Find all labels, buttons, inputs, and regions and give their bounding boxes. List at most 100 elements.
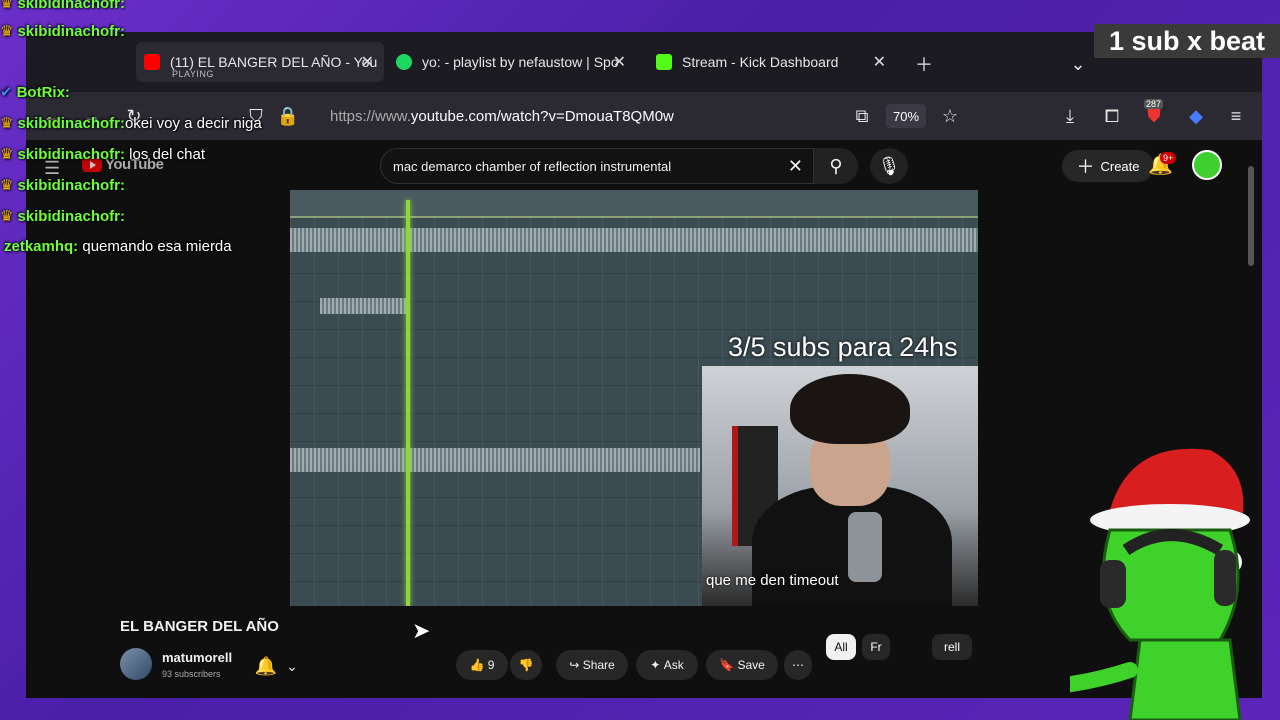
save-label: Save	[737, 658, 765, 672]
crown-icon: ♛	[0, 115, 14, 132]
chat-message: ✔ BotRix:	[0, 83, 70, 101]
chat-text: okei voy a decir niga	[124, 115, 262, 132]
spotify-favicon-icon	[396, 54, 412, 70]
picture-in-picture-icon[interactable]: ⧉	[850, 104, 874, 128]
channel-name[interactable]: matumorell	[162, 650, 232, 665]
mouse-cursor-icon: ➤	[412, 618, 431, 643]
crown-icon: ♛	[0, 23, 14, 40]
audio-waveform	[320, 298, 410, 314]
chat-message: ♛ skibidinachofr: los del chat	[0, 145, 205, 163]
clear-search-icon[interactable]: ✕	[788, 156, 803, 177]
bookmark-star-icon[interactable]: ☆	[938, 104, 962, 128]
chevron-down-icon[interactable]: ⌄	[280, 654, 304, 678]
chat-text: quemando esa mierda	[82, 238, 232, 255]
chat-message: ♛ skibidinachofr:	[0, 22, 125, 40]
sub-goal-banner: 1 sub x beat	[1094, 24, 1280, 58]
chat-username: skibidinachofr:	[17, 177, 125, 194]
download-icon[interactable]: ⤓	[1058, 104, 1082, 128]
create-label: Create	[1100, 158, 1140, 174]
chat-username: skibidinachofr:	[17, 0, 125, 12]
create-button[interactable]: ＋ Create	[1062, 150, 1154, 182]
new-tab-icon[interactable]: ＋	[912, 52, 936, 76]
dislike-button[interactable]: 👎	[510, 650, 542, 680]
url-main: youtube.com/watch?v=DmouaT8QM0w	[410, 107, 674, 125]
close-tab-icon[interactable]: ✕	[361, 52, 374, 72]
chat-username: BotRix:	[16, 84, 70, 101]
like-count: 9	[487, 658, 495, 672]
tab-playing-label: PLAYING	[172, 69, 214, 79]
tab-list-chevron-icon[interactable]: ⌄	[1066, 52, 1090, 76]
chat-message: zetkamhq: quemando esa mierda	[4, 238, 232, 255]
save-button[interactable]: 🔖 Save	[706, 650, 778, 680]
ask-label: Ask	[663, 658, 684, 672]
tab-kick[interactable]: Stream - Kick Dashboard ✕	[652, 42, 896, 82]
chip-all[interactable]: All	[826, 634, 856, 660]
zoom-level[interactable]: 70%	[886, 104, 926, 128]
more-actions-icon[interactable]: ⋯	[784, 650, 812, 680]
microphone-prop	[848, 512, 882, 582]
tab-label: Stream - Kick Dashboard	[682, 54, 839, 70]
streamer-hair	[790, 374, 910, 444]
lock-icon[interactable]: 🔒	[276, 104, 300, 128]
like-button[interactable]: 👍 9	[456, 650, 508, 680]
menu-icon[interactable]: ≡	[1224, 104, 1248, 128]
notification-count: 9+	[1160, 152, 1177, 164]
url-prefix: https://www.	[330, 107, 411, 125]
scrollbar-thumb[interactable]	[1248, 166, 1254, 266]
chip-channel[interactable]: rell	[932, 634, 972, 660]
subs-goal-overlay: 3/5 subs para 24hs	[728, 332, 958, 362]
chip-from[interactable]: Fr	[862, 634, 890, 660]
extensions-icon[interactable]: ⧠	[1100, 104, 1124, 128]
chat-username: skibidinachofr:	[17, 115, 125, 132]
close-tab-icon[interactable]: ✕	[873, 52, 886, 72]
chat-username: skibidinachofr:	[17, 146, 125, 163]
crown-icon: ♛	[0, 177, 14, 194]
microphone-icon[interactable]: 🎙	[870, 148, 908, 184]
crown-icon: ♛	[0, 208, 14, 225]
chat-username: zetkamhq:	[4, 238, 79, 255]
webcam-caption: que me den timeout	[706, 572, 839, 589]
search-query: mac demarco chamber of reflection instru…	[393, 158, 672, 174]
chat-username: skibidinachofr:	[17, 23, 125, 40]
green-mascot-icon	[1070, 448, 1250, 720]
crown-icon: ♛	[0, 0, 14, 12]
chat-message: ♛ skibidinachofr:	[0, 176, 125, 194]
extension-icon[interactable]: ◆	[1184, 104, 1208, 128]
daw-playhead	[406, 200, 410, 606]
audio-waveform	[290, 448, 700, 472]
webcam-feed	[702, 366, 978, 606]
audio-waveform	[290, 228, 978, 252]
share-label: Share	[582, 658, 615, 672]
thumbs-up-icon: 👍	[469, 658, 485, 672]
url-bar[interactable]: https://www. youtube.com/watch?v=DmouaT8Q…	[330, 100, 890, 132]
tab-spotify[interactable]: yo: - playlist by nefaustow | Spo ✕	[392, 42, 636, 82]
chat-text: los del chat	[129, 146, 206, 163]
share-button[interactable]: ↪ Share	[556, 650, 628, 680]
account-avatar[interactable]	[1192, 150, 1222, 180]
chat-message: ♛ skibidinachofr:	[0, 207, 125, 225]
chat-username: skibidinachofr:	[17, 208, 125, 225]
kick-favicon-icon	[656, 54, 672, 70]
chat-message: ♛ skibidinachofr:	[0, 0, 125, 12]
subscribe-bell-icon[interactable]: 🔔	[254, 654, 278, 678]
crown-icon: ♛	[0, 146, 14, 163]
tab-label: (11) EL BANGER DEL AÑO - You	[170, 54, 378, 70]
ask-button[interactable]: ✦ Ask	[636, 650, 698, 680]
close-tab-icon[interactable]: ✕	[613, 52, 626, 72]
chat-message: ♛ skibidinachofr:okei voy a decir niga	[0, 114, 262, 132]
channel-subscriber-count: 93 subscribers	[162, 669, 221, 679]
sparkle-icon: ✦	[650, 658, 661, 672]
plus-icon: ＋	[1076, 157, 1095, 177]
tab-youtube[interactable]: (11) EL BANGER DEL AÑO - You PLAYING ✕	[136, 42, 384, 82]
bot-icon: ✔	[0, 84, 13, 101]
search-icon[interactable]: ⚲	[814, 148, 858, 184]
thumbs-down-icon: 👎	[518, 658, 534, 672]
youtube-search-input[interactable]: mac demarco chamber of reflection instru…	[380, 148, 814, 184]
bookmark-icon: 🔖	[719, 658, 735, 672]
youtube-favicon-icon	[144, 54, 160, 70]
video-title: EL BANGER DEL AÑO	[120, 618, 279, 635]
channel-avatar[interactable]	[120, 648, 152, 680]
share-icon: ↪	[569, 658, 580, 672]
tab-label: yo: - playlist by nefaustow | Spo	[422, 54, 619, 70]
extension-badge: 287	[1144, 99, 1164, 109]
